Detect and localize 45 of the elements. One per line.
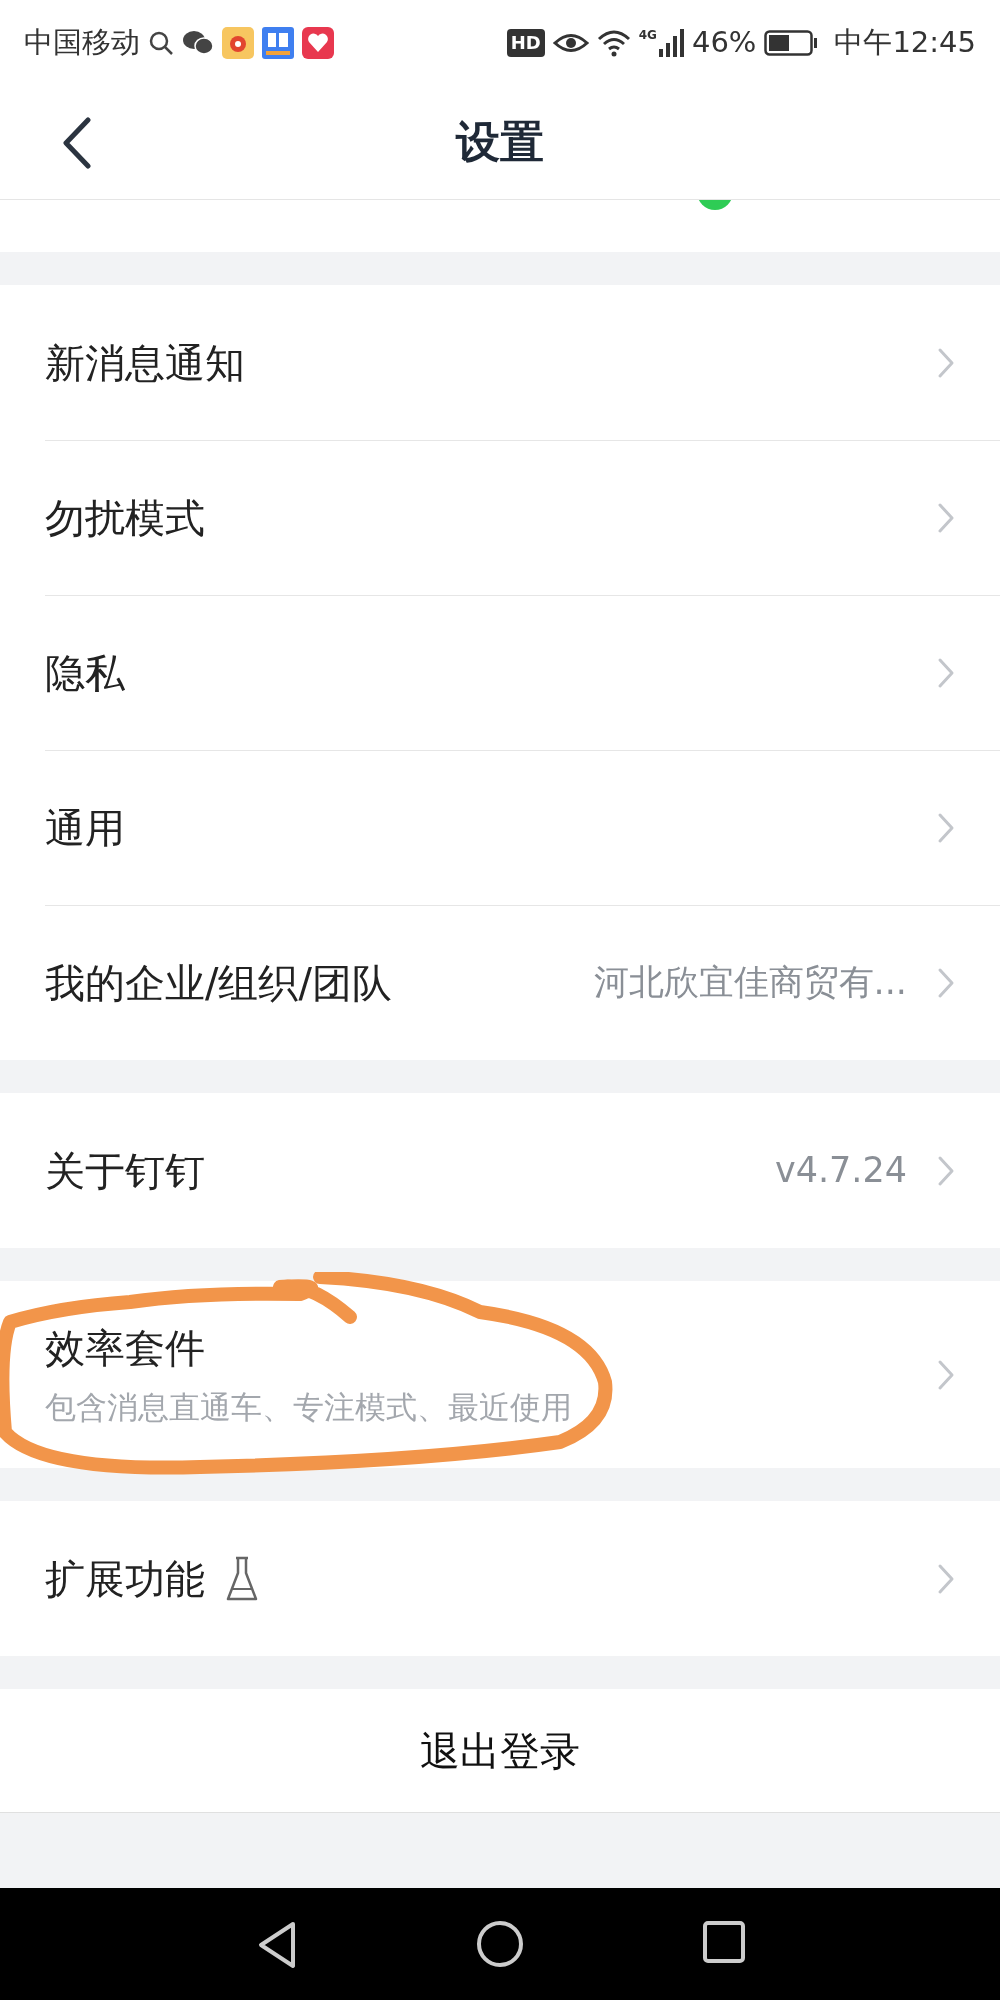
settings-row[interactable]: 勿扰模式 (0, 440, 1000, 595)
chevron-icon (937, 346, 955, 379)
battery-icon (764, 29, 819, 56)
search-icon (148, 29, 174, 56)
row-label: 关于钉钉 (45, 1146, 205, 1196)
recent-apps-icon[interactable] (702, 1920, 746, 1964)
chevron-icon (937, 966, 955, 999)
row-value: v4.7.24 (774, 1149, 907, 1193)
chevron-icon (937, 1562, 955, 1595)
chat-bubbles-icon (182, 28, 214, 57)
signal-icon (657, 28, 684, 57)
settings-row[interactable]: 效率套件 包含消息直通车、专注模式、最近使用 (0, 1281, 1000, 1468)
page-title: 设置 (456, 115, 544, 169)
network-type: 4G (638, 28, 657, 41)
row-label: 隐私 (45, 648, 125, 698)
app-icon (262, 26, 294, 59)
app-icon (302, 26, 334, 59)
chevron-icon (937, 811, 955, 844)
battery-percent: 46% (691, 23, 757, 61)
row-value: 河北欣宜佳商贸有... (593, 961, 907, 1005)
chevron-icon (937, 1358, 955, 1391)
row-label: 新消息通知 (45, 338, 245, 388)
hd-badge: HD (506, 28, 545, 57)
settings-row[interactable]: 扩展功能 (0, 1501, 1000, 1656)
row-label: 勿扰模式 (45, 493, 205, 543)
app-icon (222, 26, 254, 59)
row-label: 效率套件 (45, 1324, 205, 1374)
carrier-name: 中国移动 (24, 23, 140, 61)
row-subtitle: 包含消息直通车、专注模式、最近使用 (45, 1388, 572, 1428)
row-label: 通用 (45, 803, 125, 853)
chevron-icon (937, 656, 955, 689)
settings-row[interactable]: 我的企业/组织/团队 河北欣宜佳商贸有... (0, 905, 1000, 1060)
settings-row[interactable]: 新消息通知 (0, 285, 1000, 440)
row-label: 扩展功能 (45, 1554, 205, 1604)
settings-row[interactable]: 关于钉钉 v4.7.24 (0, 1093, 1000, 1248)
chevron-icon (937, 1154, 955, 1187)
settings-row[interactable]: 通用 (0, 750, 1000, 905)
chevron-icon (937, 501, 955, 534)
settings-row[interactable]: 隐私 (0, 595, 1000, 750)
wifi-icon (596, 28, 631, 57)
logout-button[interactable]: 退出登录 (0, 1689, 1000, 1812)
clock-time: 中午12:45 (834, 23, 976, 61)
home-icon[interactable] (476, 1920, 524, 1968)
row-label: 我的企业/组织/团队 (45, 958, 392, 1008)
flask-icon (225, 1554, 259, 1603)
